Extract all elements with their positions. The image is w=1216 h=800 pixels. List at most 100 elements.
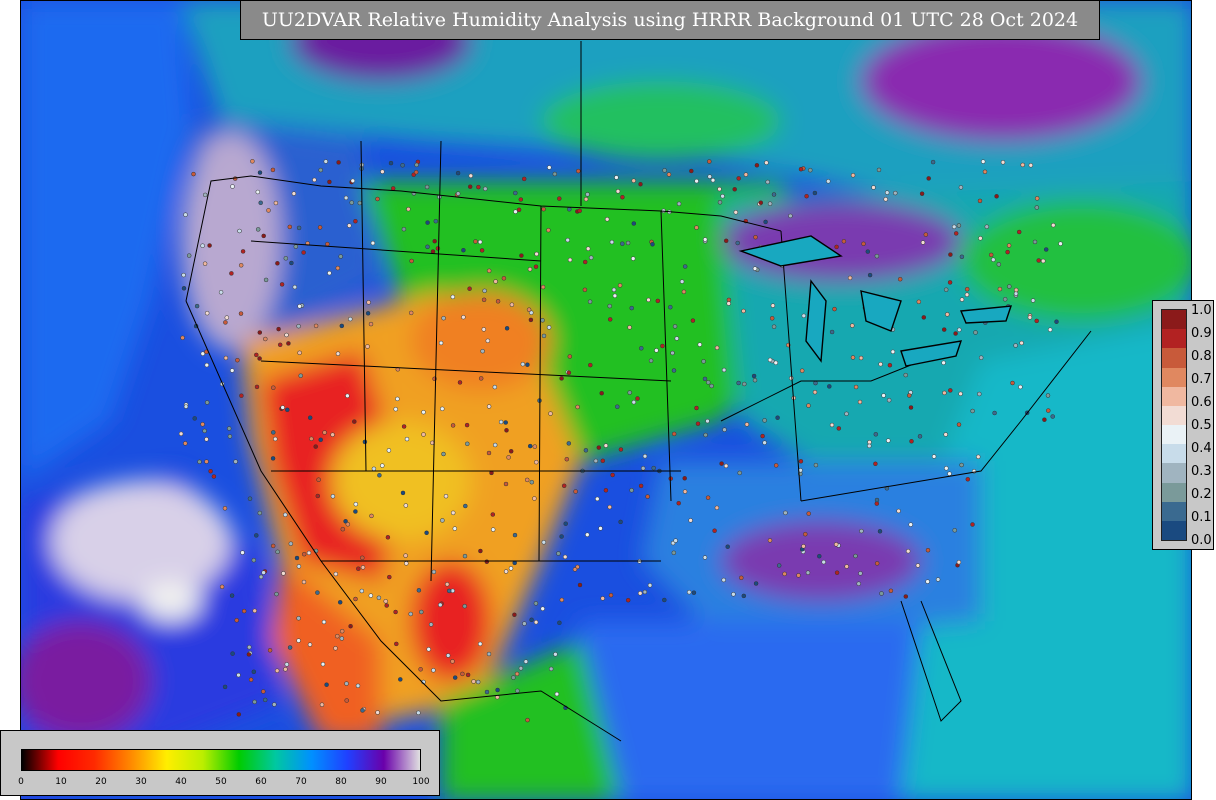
observation-dot [717, 200, 723, 205]
observation-dot [450, 294, 456, 300]
observation-dot [284, 332, 289, 338]
observation-dot [197, 459, 202, 465]
observation-dot [506, 455, 511, 460]
observation-dot [226, 426, 232, 431]
observation-dot [617, 283, 623, 288]
observation-dot [438, 602, 443, 608]
observation-dot [836, 426, 842, 431]
observation-dot [271, 430, 276, 435]
observation-dot [765, 179, 770, 185]
observation-dot [958, 185, 964, 190]
observation-dot [353, 596, 358, 602]
observation-dot [903, 372, 908, 378]
observation-dot [850, 355, 856, 360]
observation-dot [565, 237, 570, 243]
observation-dot [867, 443, 872, 449]
observation-dot [834, 570, 840, 575]
observation-dot [183, 441, 188, 446]
observation-dot [856, 581, 861, 586]
observation-dot [468, 173, 474, 179]
observation-dot [826, 179, 831, 184]
observation-dot [353, 501, 359, 507]
observation-dot [408, 310, 414, 316]
observation-dot [610, 472, 615, 478]
observation-dot [440, 518, 445, 523]
observation-dot [254, 384, 260, 390]
observation-dot [702, 555, 708, 560]
observation-dot [673, 538, 678, 543]
observation-dot [871, 185, 876, 190]
observation-dot [400, 163, 405, 168]
observation-dot [804, 193, 809, 199]
observation-dot [615, 404, 620, 409]
observation-dot [817, 553, 822, 559]
observation-dot [444, 582, 450, 587]
observation-dot [741, 593, 747, 599]
observation-dot [808, 167, 813, 173]
observation-dot [1028, 163, 1034, 168]
observation-dot [567, 257, 573, 263]
observation-dot [957, 327, 962, 333]
observation-dot [192, 416, 197, 421]
observation-dot [230, 651, 235, 656]
observation-dot [635, 396, 640, 401]
observation-dot [773, 463, 779, 468]
observation-dot [356, 566, 361, 571]
observation-dot [240, 550, 245, 555]
observation-dot [557, 620, 562, 626]
observation-dot [612, 293, 618, 299]
observation-dot [540, 284, 546, 290]
background-colorbar-tick: 10 [55, 777, 67, 787]
observation-dot [251, 669, 257, 675]
observation-dot [252, 608, 257, 614]
observation-dot [996, 262, 1002, 267]
observation-dot [424, 530, 429, 536]
observation-dot [495, 687, 500, 693]
observation-dot [806, 403, 811, 408]
observation-dot [585, 532, 590, 537]
observation-dot [614, 175, 619, 180]
observation-dot [600, 596, 605, 601]
observation-dot [596, 445, 602, 450]
observation-dot [607, 317, 613, 322]
humidity-map[interactable] [20, 0, 1192, 800]
observation-dot [890, 349, 896, 355]
observation-dot [222, 684, 228, 690]
observation-dot [296, 638, 301, 643]
observation-dot [884, 190, 890, 195]
observation-dot [671, 550, 677, 556]
observation-dot [508, 566, 514, 571]
observation-dot [461, 314, 466, 320]
observation-dot [893, 190, 898, 196]
observation-dot [286, 341, 291, 346]
observation-dot [717, 186, 722, 192]
observation-dot [357, 200, 363, 206]
observation-dot [277, 342, 283, 348]
observation-dot [552, 171, 558, 177]
observation-dot [457, 380, 463, 385]
observation-dot [557, 196, 562, 201]
background-colorbar-tick: 40 [175, 777, 187, 787]
observation-dot [180, 335, 185, 341]
observation-dot [258, 200, 263, 206]
observation-dot [280, 405, 285, 410]
observation-dot [725, 544, 730, 549]
observation-dot [984, 224, 990, 229]
observation-dot [480, 348, 485, 354]
observation-dot [204, 459, 209, 464]
observation-dot [679, 279, 685, 284]
observation-dot [492, 442, 498, 448]
observation-dot [297, 350, 302, 356]
observation-dot [463, 503, 468, 509]
observation-colorbar-tick: 0.6 [1191, 395, 1212, 410]
observation-dot [767, 201, 773, 206]
observation-dot [559, 534, 564, 539]
observation-dot [257, 170, 263, 175]
observation-dot [567, 354, 573, 359]
observation-dot [532, 496, 537, 501]
observation-dot [281, 571, 286, 576]
observation-colorbar: 1.0 0.9 0.8 0.7 0.6 0.5 0.4 0.3 0.2 0.1 0.0 [1152, 300, 1214, 550]
background-colorbar-tick: 60 [255, 777, 267, 787]
observation-dot [671, 431, 677, 437]
observation-dot [648, 358, 654, 363]
